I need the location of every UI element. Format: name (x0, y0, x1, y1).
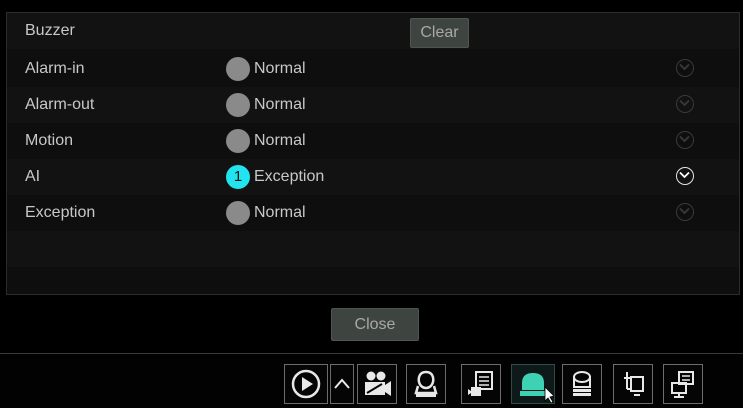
expand-chevron-icon[interactable] (676, 59, 694, 77)
expand-chevron-icon[interactable] (676, 203, 694, 221)
row-label: AI (25, 168, 41, 185)
close-button[interactable]: Close (331, 308, 419, 341)
row-label: Motion (25, 132, 74, 149)
row-label: Alarm-in (25, 60, 85, 77)
row-label: Exception (25, 204, 96, 221)
buzzer-row: Buzzer Clear (7, 13, 739, 49)
status-indicator (226, 93, 250, 117)
row-label: Alarm-out (25, 96, 95, 113)
playback-record-icon[interactable] (461, 364, 501, 404)
status-row-alarm-out: Alarm-out Normal (7, 87, 739, 123)
status-row-alarm-in: Alarm-in Normal (7, 51, 739, 87)
taskbar (0, 354, 743, 408)
status-text: Normal (254, 96, 306, 113)
camera-icon[interactable] (357, 364, 397, 404)
status-row-ai: AI 1 Exception (7, 159, 739, 195)
alarm-light-icon[interactable] (511, 364, 555, 404)
buzzer-label: Buzzer (25, 22, 75, 39)
chevron-up-icon[interactable] (330, 364, 354, 404)
empty-row (7, 231, 739, 267)
status-indicator (226, 129, 250, 153)
disk-icon[interactable] (562, 364, 602, 404)
status-row-exception: Exception Normal (7, 195, 739, 231)
status-indicator-active: 1 (226, 165, 250, 189)
status-text: Normal (254, 204, 306, 221)
expand-chevron-icon[interactable] (676, 95, 694, 113)
play-icon[interactable] (284, 364, 328, 404)
clear-button[interactable]: Clear (410, 18, 469, 48)
status-text: Exception (254, 168, 325, 185)
network-icon[interactable] (613, 364, 653, 404)
status-row-motion: Motion Normal (7, 123, 739, 159)
alarm-status-panel: Buzzer Clear Alarm-in Normal Alarm-out N… (6, 12, 740, 295)
status-indicator (226, 201, 250, 225)
expand-chevron-icon[interactable] (676, 131, 694, 149)
status-indicator (226, 57, 250, 81)
status-text: Normal (254, 132, 306, 149)
monitor-icon[interactable] (663, 364, 703, 404)
expand-chevron-icon[interactable] (676, 167, 694, 185)
account-icon[interactable] (406, 364, 446, 404)
status-text: Normal (254, 60, 306, 77)
